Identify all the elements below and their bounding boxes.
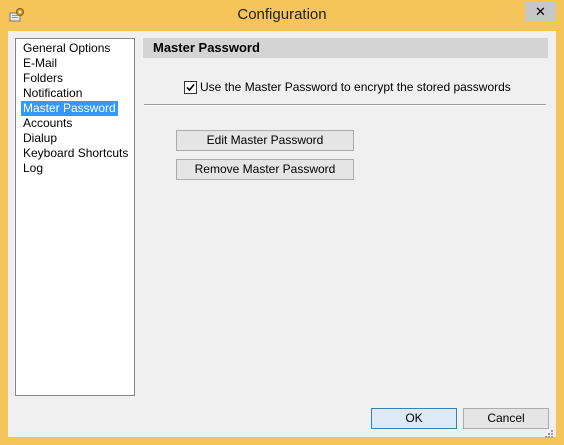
close-button[interactable]: ✕ — [525, 1, 556, 22]
nav-item-master-password[interactable]: Master Password — [21, 101, 118, 116]
panel-title: Master Password — [153, 40, 260, 55]
nav-item-dialup[interactable]: Dialup — [21, 131, 59, 146]
title-bar[interactable]: Configuration ✕ — [0, 0, 564, 31]
nav-item-notification[interactable]: Notification — [21, 86, 84, 101]
nav-item-log[interactable]: Log — [21, 161, 45, 176]
ok-button[interactable]: OK — [371, 408, 457, 429]
nav-item-accounts[interactable]: Accounts — [21, 116, 74, 131]
close-icon: ✕ — [535, 4, 546, 19]
separator — [144, 104, 546, 106]
configuration-window: Configuration ✕ General Options E-Mail Fol… — [0, 0, 564, 445]
resize-grip-icon[interactable] — [543, 428, 553, 438]
use-master-password-checkbox[interactable] — [184, 81, 197, 94]
dialog-body: General Options E-Mail Folders Notification… — [8, 31, 556, 438]
use-master-password-label[interactable]: Use the Master Password to encrypt the s… — [200, 80, 511, 94]
window-title: Configuration — [237, 6, 327, 23]
panel-header: Master Password — [143, 38, 548, 58]
nav-item-folders[interactable]: Folders — [21, 71, 65, 86]
dialog-footer: OK Cancel — [8, 401, 556, 438]
category-list[interactable]: General Options E-Mail Folders Notification… — [15, 38, 135, 396]
nav-item-e-mail[interactable]: E-Mail — [21, 56, 59, 71]
remove-master-password-button[interactable]: Remove Master Password — [176, 159, 354, 180]
check-icon — [186, 83, 195, 92]
nav-item-general-options[interactable]: General Options — [21, 41, 112, 56]
nav-item-keyboard-shortcuts[interactable]: Keyboard Shortcuts — [21, 146, 130, 161]
edit-master-password-button[interactable]: Edit Master Password — [176, 130, 354, 151]
cancel-button[interactable]: Cancel — [463, 408, 549, 429]
